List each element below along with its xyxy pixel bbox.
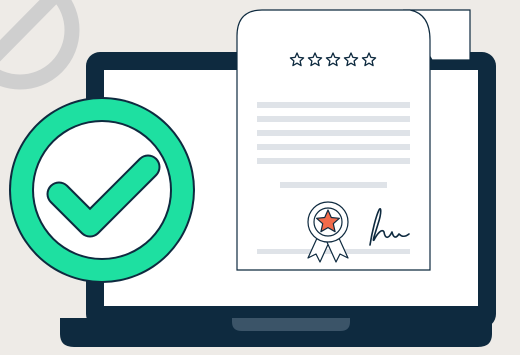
checkmark-icon bbox=[9, 97, 195, 283]
text-line bbox=[257, 130, 410, 136]
text-line bbox=[257, 116, 410, 122]
verified-certificate-illustration bbox=[0, 0, 520, 355]
illustration-canvas bbox=[0, 0, 520, 355]
text-line bbox=[257, 102, 410, 108]
text-line bbox=[257, 158, 410, 164]
laptop-trackpad-notch bbox=[232, 318, 350, 331]
text-line bbox=[280, 182, 387, 188]
text-line bbox=[257, 144, 410, 150]
